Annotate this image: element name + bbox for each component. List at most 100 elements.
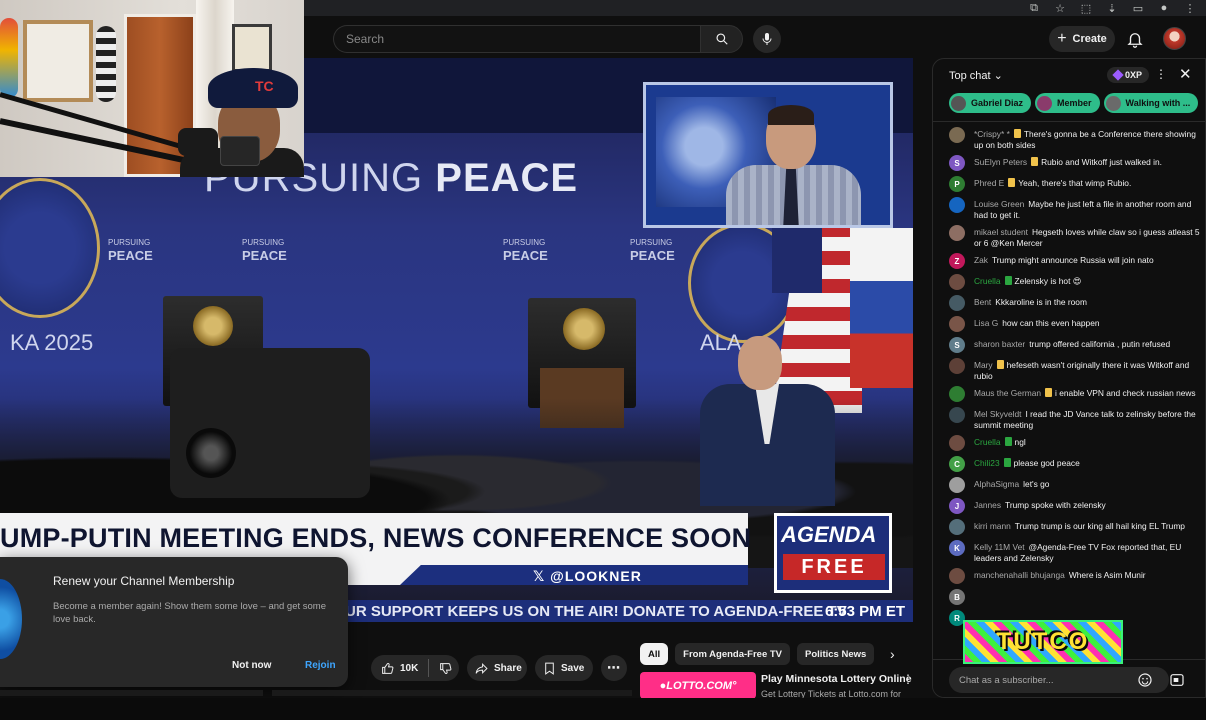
chat-message[interactable]: Mary hefeseth wasn't originally there it … (949, 358, 1203, 382)
thumbs-down-icon[interactable] (439, 662, 452, 675)
chat-message[interactable]: K Kelly 11M Vet @Agenda-Free TV Fox report… (949, 540, 1203, 564)
chat-message[interactable]: mikael student Hegseth loves while claw s… (949, 225, 1203, 249)
ad-title[interactable]: Play Minnesota Lottery Online (761, 673, 912, 685)
account-avatar[interactable] (1163, 27, 1186, 50)
emoji-icon[interactable] (1137, 672, 1153, 688)
chat-message[interactable]: Maus the German i enable VPN and check ru… (949, 386, 1203, 403)
chat-author-name[interactable]: sharon baxter (974, 339, 1025, 349)
chat-message[interactable]: P Phred E Yeah, there's that wimp Rubio. (949, 176, 1203, 193)
chat-message[interactable]: Z Zak Trump might announce Russia will joi… (949, 253, 1203, 270)
chat-author-name[interactable]: mikael student (974, 227, 1028, 237)
chat-message-list[interactable]: *Crispy* * There's gonna be a Conference … (949, 127, 1203, 631)
chat-author-name[interactable]: *Crispy* * (974, 129, 1010, 139)
chat-author-name[interactable]: Louise Green (974, 199, 1024, 209)
chat-message[interactable]: B (949, 589, 1203, 606)
like-count[interactable]: 10K (400, 663, 418, 674)
chat-message[interactable]: Lisa G how can this even happen (949, 316, 1203, 333)
xp-badge[interactable]: 0XP (1107, 67, 1149, 83)
chat-avatar[interactable] (949, 274, 965, 290)
rejoin-button[interactable]: Rejoin (305, 660, 336, 671)
puzzle-icon[interactable]: ⬚ (1080, 2, 1092, 15)
chat-author-name[interactable]: Zak (974, 255, 988, 265)
chat-message[interactable]: S SuElyn Peters Rubio and Witkoff just wal… (949, 155, 1203, 172)
close-icon[interactable]: ✕ (1179, 65, 1192, 83)
chat-avatar[interactable] (949, 295, 965, 311)
chat-message[interactable]: Cruella Zelensky is hot 😍 (949, 274, 1203, 291)
chip-all[interactable]: All (640, 643, 669, 665)
save-button[interactable]: Save (535, 655, 593, 681)
search-input[interactable] (333, 25, 700, 53)
chat-author-name[interactable]: Lisa G (974, 318, 998, 328)
download-icon[interactable]: ⇣ (1106, 2, 1118, 15)
chat-author-name[interactable]: Cruella (974, 437, 1001, 447)
chat-message[interactable]: Louise Green Maybe he just left a file in… (949, 197, 1203, 221)
search-button[interactable] (700, 25, 743, 53)
chat-avatar[interactable] (949, 568, 965, 584)
pinned-chip[interactable]: Walking with ... (1103, 93, 1199, 113)
kebab-menu-icon[interactable]: ⋮ (902, 672, 914, 686)
chat-message[interactable]: Ssharon baxter trump offered california ,… (949, 337, 1203, 354)
chat-author-name[interactable]: Chili23 (974, 458, 1000, 468)
chat-avatar[interactable]: B (949, 589, 965, 605)
chat-author-name[interactable]: Mel Skyveldt (974, 409, 1021, 419)
chat-mode-dropdown[interactable]: Top chat ⌄ (949, 69, 1003, 82)
chat-message[interactable]: J Jannes Trump spoke with zelensky (949, 498, 1203, 515)
share-button[interactable]: Share (467, 655, 527, 681)
voice-search-button[interactable] (753, 25, 781, 53)
chat-avatar[interactable]: S (949, 337, 965, 353)
chat-avatar[interactable]: C (949, 456, 965, 472)
chat-message[interactable]: AlphaSigma let's go (949, 477, 1203, 494)
chat-avatar[interactable]: Z (949, 253, 965, 269)
chevron-right-icon[interactable]: › (890, 646, 895, 662)
chat-author-name[interactable]: Bent (974, 297, 991, 307)
chat-avatar[interactable] (949, 358, 965, 374)
chat-author-name[interactable]: manchenahalli bhujanga (974, 570, 1065, 580)
chat-avatar[interactable] (949, 197, 965, 213)
chat-input[interactable] (949, 667, 1169, 693)
chat-message[interactable]: *Crispy* * There's gonna be a Conference … (949, 127, 1203, 151)
chat-message[interactable]: manchenahalli bhujanga Where is Asim Muni… (949, 568, 1203, 585)
thumbs-up-icon[interactable] (381, 662, 394, 675)
pinned-chip[interactable]: Member (1035, 93, 1100, 113)
super-chat-icon[interactable] (1169, 672, 1185, 688)
chat-author-name[interactable]: Jannes (974, 500, 1001, 510)
chat-avatar[interactable] (949, 127, 965, 143)
chat-message[interactable]: C Chili23 please god peace (949, 456, 1203, 473)
chat-author-name[interactable]: Kelly 11M Vet (974, 542, 1025, 552)
chat-avatar[interactable]: J (949, 498, 965, 514)
chat-avatar[interactable] (949, 386, 965, 402)
chat-author-name[interactable]: Mary (974, 360, 993, 370)
chat-avatar[interactable]: K (949, 540, 965, 556)
chat-author-name[interactable]: Cruella (974, 276, 1001, 286)
ad-thumbnail[interactable]: ●LOTTO.COM° (640, 672, 756, 699)
chat-message[interactable]: Cruella ngl (949, 435, 1203, 452)
chat-author-name[interactable]: SuElyn Peters (974, 157, 1027, 167)
chat-message[interactable]: Mel Skyveldt I read the JD Vance talk to … (949, 407, 1203, 431)
notifications-bell-icon[interactable] (1126, 30, 1144, 48)
chat-message[interactable]: Bent Kkkaroline is in the room (949, 295, 1203, 312)
chat-author-name[interactable]: Maus the German (974, 388, 1041, 398)
cast-icon[interactable]: ▭ (1132, 2, 1144, 15)
chip-politics-news[interactable]: Politics News (797, 643, 875, 665)
not-now-button[interactable]: Not now (232, 660, 271, 671)
chat-avatar[interactable] (949, 316, 965, 332)
chat-avatar[interactable]: S (949, 155, 965, 171)
kebab-menu-icon[interactable]: ⋮ (1184, 2, 1196, 15)
profile-icon[interactable]: ● (1158, 2, 1170, 14)
chat-avatar[interactable] (949, 519, 965, 535)
chat-avatar[interactable] (949, 435, 965, 451)
more-actions-button[interactable]: ⋯ (601, 655, 627, 681)
chip-from-channel[interactable]: From Agenda-Free TV (675, 643, 791, 665)
chat-author-name[interactable]: AlphaSigma (974, 479, 1019, 489)
chat-message[interactable]: kirri mann Trump trump is our king all ha… (949, 519, 1203, 536)
chat-avatar[interactable]: P (949, 176, 965, 192)
chat-avatar[interactable] (949, 225, 965, 241)
chat-avatar[interactable] (949, 407, 965, 423)
extension-icon[interactable]: ⧉ (1028, 2, 1040, 15)
chat-avatar[interactable] (949, 477, 965, 493)
chat-author-name[interactable]: kirri mann (974, 521, 1011, 531)
create-button[interactable]: + Create (1049, 26, 1115, 52)
bookmark-star-icon[interactable]: ☆ (1054, 2, 1066, 15)
kebab-menu-icon[interactable]: ⋮ (1155, 67, 1167, 81)
pinned-chip[interactable]: Gabriel Diaz (949, 93, 1032, 113)
